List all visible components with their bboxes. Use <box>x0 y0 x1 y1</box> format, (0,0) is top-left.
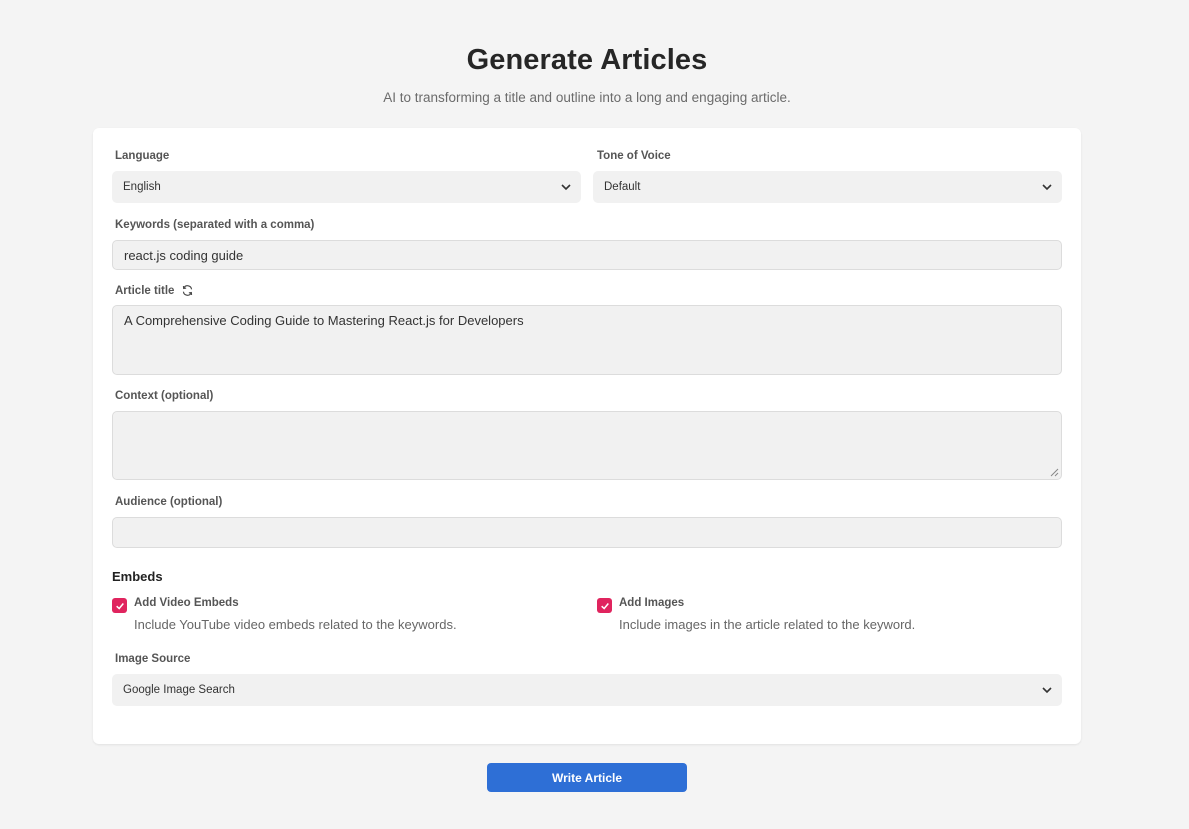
article-title-textarea[interactable]: A Comprehensive Coding Guide to Masterin… <box>112 305 1062 375</box>
write-article-button[interactable]: Write Article <box>487 763 687 792</box>
audience-input[interactable] <box>112 517 1062 548</box>
language-value: English <box>123 181 161 193</box>
article-title-label-text: Article title <box>115 284 175 297</box>
chevron-down-icon <box>561 184 571 191</box>
language-label: Language <box>115 150 170 162</box>
image-source-value: Google Image Search <box>123 684 235 696</box>
refresh-icon[interactable] <box>181 284 194 297</box>
tone-select[interactable]: Default <box>593 171 1062 203</box>
embeds-heading: Embeds <box>112 569 163 584</box>
tone-value: Default <box>604 181 641 193</box>
check-icon <box>115 602 124 610</box>
chevron-down-icon <box>1042 687 1052 694</box>
check-icon <box>600 602 609 610</box>
keywords-label: Keywords (separated with a comma) <box>115 219 315 231</box>
article-title-label: Article title <box>115 284 194 297</box>
keywords-input[interactable]: react.js coding guide <box>112 240 1062 270</box>
page-subtitle: AI to transforming a title and outline i… <box>383 90 791 105</box>
context-textarea[interactable] <box>112 411 1062 480</box>
add-images-checkbox[interactable] <box>597 598 612 613</box>
add-images-label: Add Images <box>619 597 685 609</box>
resize-grip-icon[interactable] <box>1050 468 1059 477</box>
page-title: Generate Articles <box>466 44 708 76</box>
language-select[interactable]: English <box>112 171 581 203</box>
add-images-description: Include images in the article related to… <box>619 617 916 632</box>
video-embeds-label: Add Video Embeds <box>134 597 239 609</box>
tone-label: Tone of Voice <box>597 150 671 162</box>
context-label: Context (optional) <box>115 390 214 402</box>
article-form-card: Language English Tone of Voice Default K… <box>93 128 1081 744</box>
chevron-down-icon <box>1042 184 1052 191</box>
audience-label: Audience (optional) <box>115 496 223 508</box>
video-embeds-checkbox[interactable] <box>112 598 127 613</box>
video-embeds-description: Include YouTube video embeds related to … <box>134 617 457 632</box>
image-source-label: Image Source <box>115 653 191 665</box>
image-source-select[interactable]: Google Image Search <box>112 674 1062 706</box>
